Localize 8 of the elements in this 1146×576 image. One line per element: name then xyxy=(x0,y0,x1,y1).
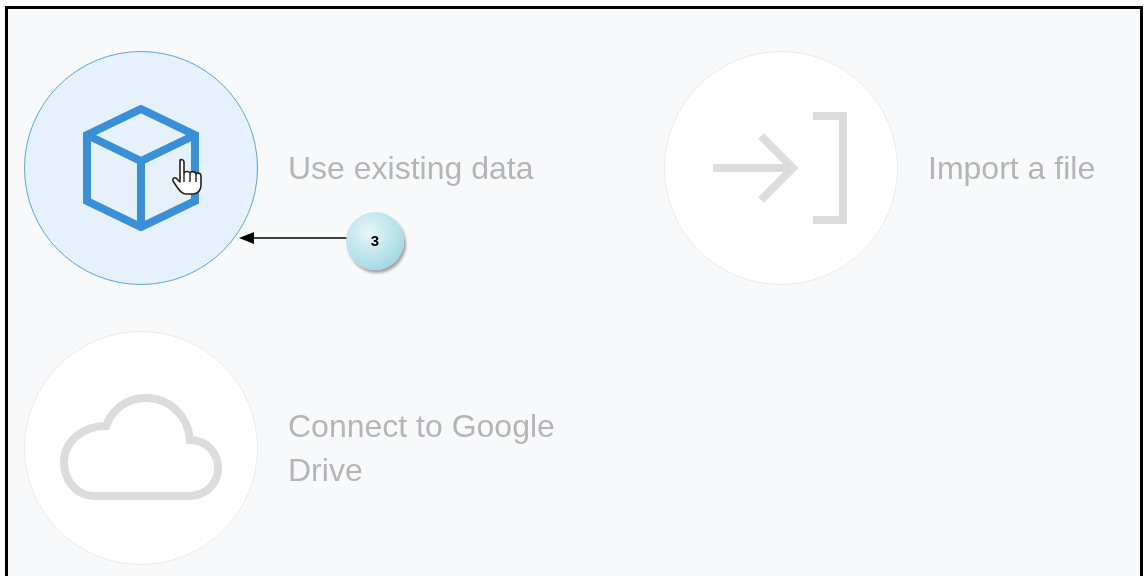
option-label: Use existing data xyxy=(288,149,534,188)
cube-icon xyxy=(83,105,199,231)
pointer-hand-icon xyxy=(171,158,203,196)
callout-badge: 3 xyxy=(346,212,404,270)
option-label: Connect to Google Drive xyxy=(288,407,556,490)
option-label: Import a file xyxy=(928,149,1096,188)
cloud-icon xyxy=(60,394,222,502)
import-icon xyxy=(713,112,849,224)
